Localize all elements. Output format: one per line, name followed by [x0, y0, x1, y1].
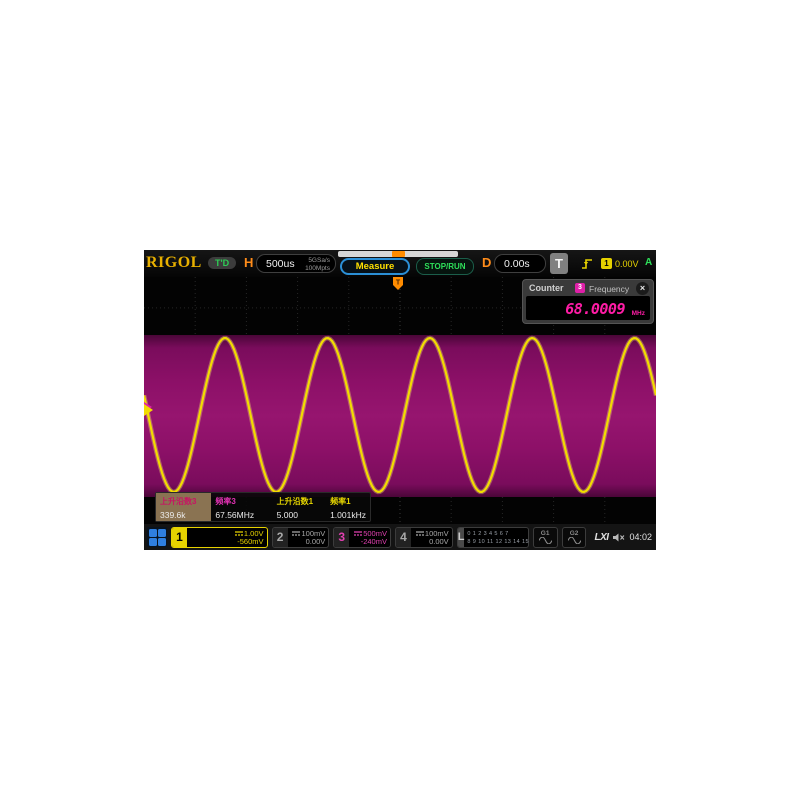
channel1-offset: -560mV: [187, 538, 264, 546]
trigger-source-badge: 1: [601, 258, 612, 269]
trigger-status-badge: T'D: [208, 257, 236, 269]
trigger-slope-icon: [581, 257, 594, 275]
generator2-box[interactable]: G2: [562, 527, 587, 548]
ch3-signal-band: [144, 335, 656, 497]
measurement-item[interactable]: 上升沿数3 339.6k: [156, 493, 211, 521]
counter-title: Counter: [529, 283, 564, 293]
channel-status-bar: 1 1.00V -560mV 2 100mV 0.00V 3 500mV -24…: [144, 524, 656, 550]
delay-value-box[interactable]: 0.00s: [494, 254, 546, 273]
measurement-label: 上升沿数1: [277, 496, 322, 507]
generator2-label: G2: [563, 530, 586, 537]
clock-time: 04:02: [629, 532, 652, 542]
sine-wave-icon: [568, 537, 581, 544]
counter-header: Counter 3 Frequency ×: [523, 280, 653, 296]
trigger-level-value: 0.00V: [615, 259, 639, 269]
measurement-label: 上升沿数3: [160, 496, 207, 507]
rigol-logo: RIGOL: [146, 254, 202, 272]
channel1-number: 1: [172, 528, 187, 547]
channel3-box[interactable]: 3 500mV -240mV: [333, 527, 391, 548]
generator1-label: G1: [534, 530, 557, 537]
counter-unit: MHz: [632, 310, 645, 317]
counter-channel-badge: 3: [575, 283, 585, 293]
horizontal-label: H: [244, 255, 253, 270]
memory-position-marker[interactable]: [392, 251, 405, 257]
trigger-mode-auto: A: [645, 257, 652, 268]
close-icon[interactable]: ×: [636, 282, 649, 295]
sine-wave-icon: [539, 537, 552, 544]
measurement-label: 频率1: [330, 496, 366, 507]
channel4-box[interactable]: 4 100mV 0.00V: [395, 527, 453, 548]
top-status-bar: RIGOL T'D H 500us 5GSa/s 100Mpts Measure…: [144, 250, 656, 277]
measurement-item[interactable]: 上升沿数1 5.000: [273, 493, 326, 521]
delay-label: D: [482, 255, 491, 270]
measurement-value: 67.56MHz: [215, 510, 268, 520]
dc-coupling-icon: [292, 530, 300, 538]
logic-analyzer-box[interactable]: L 0 1 2 3 4 5 6 7 8 9 10 11 12 13 14 15: [457, 527, 529, 548]
counter-readout: 68.0009 MHz: [526, 296, 650, 320]
channel3-offset: -240mV: [349, 538, 387, 546]
acquisition-info: 5GSa/s 100Mpts: [305, 257, 330, 272]
oscilloscope-screen: RIGOL T'D H 500us 5GSa/s 100Mpts Measure…: [144, 250, 656, 550]
measurement-item[interactable]: 频率3 67.56MHz: [211, 493, 272, 521]
timebase-box[interactable]: 500us 5GSa/s 100Mpts: [256, 254, 336, 273]
lxi-logo: LXI: [594, 532, 608, 543]
memory-depth: 100Mpts: [305, 265, 330, 273]
logic-analyzer-label: L: [458, 528, 465, 547]
memory-position-bar[interactable]: [338, 251, 458, 257]
channel2-box[interactable]: 2 100mV 0.00V: [272, 527, 330, 548]
sample-rate: 5GSa/s: [305, 257, 330, 265]
digital-channels-row2: 8 9 10 11 12 13 14 15: [467, 538, 529, 546]
waveform-display[interactable]: T Counter 3 Frequency × 68.0009 MHz: [144, 277, 656, 524]
measurement-value: 339.6k: [160, 510, 207, 520]
timebase-value: 500us: [266, 258, 295, 270]
channel4-number: 4: [396, 528, 411, 547]
apps-grid-icon[interactable]: [147, 527, 167, 547]
dc-coupling-icon: [416, 530, 424, 538]
measurement-item[interactable]: 频率1 1.001kHz: [326, 493, 370, 521]
measurement-panel: 上升沿数3 339.6k 频率3 67.56MHz 上升沿数1 5.000 频率…: [155, 492, 371, 522]
channel4-offset: 0.00V: [411, 538, 449, 546]
digital-channels-row1: 0 1 2 3 4 5 6 7: [467, 530, 529, 538]
stop-run-button[interactable]: STOP/RUN: [416, 258, 474, 275]
trigger-tab[interactable]: T: [550, 253, 568, 274]
measurement-value: 1.001kHz: [330, 510, 366, 520]
counter-panel[interactable]: Counter 3 Frequency × 68.0009 MHz: [522, 279, 654, 324]
measure-button[interactable]: Measure: [340, 258, 410, 275]
measurement-label: 频率3: [215, 496, 268, 507]
counter-value: 68.0009: [565, 300, 625, 318]
channel2-number: 2: [273, 528, 288, 547]
counter-mode-label: Frequency: [589, 284, 629, 294]
trigger-position-marker[interactable]: T: [393, 277, 403, 290]
measurement-value: 5.000: [277, 510, 322, 520]
channel2-offset: 0.00V: [288, 538, 326, 546]
generator1-box[interactable]: G1: [533, 527, 558, 548]
sound-muted-icon[interactable]: [613, 532, 626, 543]
channel1-box[interactable]: 1 1.00V -560mV: [171, 527, 268, 548]
channel3-number: 3: [334, 528, 349, 547]
svg-text:T: T: [396, 280, 401, 287]
